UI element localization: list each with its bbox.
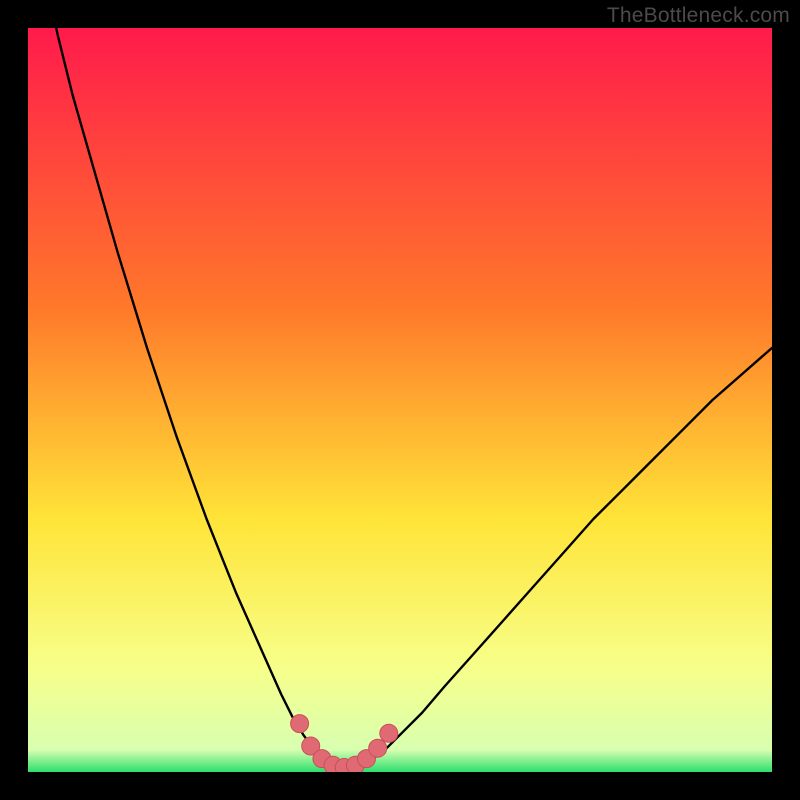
marker-dot [380, 724, 398, 742]
plot-area [28, 28, 772, 772]
chart-frame: TheBottleneck.com [0, 0, 800, 800]
marker-dot [291, 715, 309, 733]
watermark-text: TheBottleneck.com [607, 4, 790, 28]
chart-canvas [28, 28, 772, 772]
marker-dot [369, 739, 387, 757]
gradient-background [28, 28, 772, 772]
